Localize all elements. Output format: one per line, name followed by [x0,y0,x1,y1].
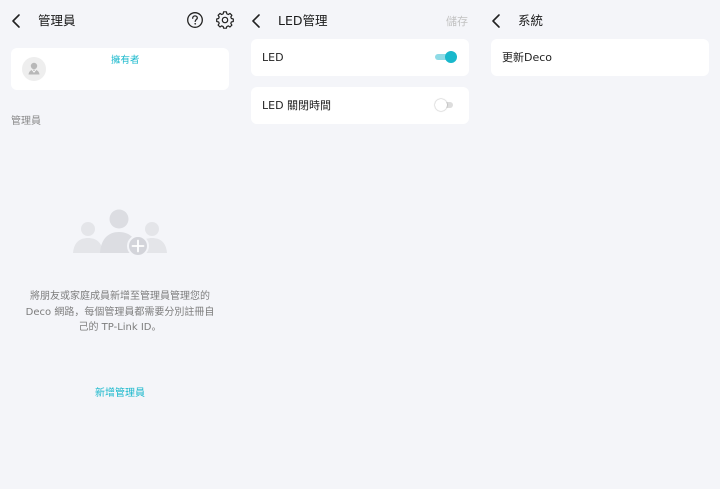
empty-state-message: 將朋友或家庭成員新增至管理員管理您的 Deco 網路，每個管理員都需要分別註冊自… [25,291,215,333]
help-icon[interactable] [186,11,204,29]
toggle-knob [445,51,457,63]
led-row: LED [251,39,469,76]
back-icon[interactable] [490,12,504,30]
admin-panel: 管理員 擁有者 管理員 將朋友或家庭成員新增至管理員管理您的 Deco 網路，每… [0,0,240,489]
add-admin-link[interactable]: 新增管理員 [0,384,240,399]
save-button[interactable]: 儲存 [446,13,468,29]
add-people-illustration-icon [68,205,172,267]
owner-card[interactable]: 擁有者 [11,48,229,90]
avatar [22,57,46,81]
owner-badge: 擁有者 [111,55,140,66]
update-deco-item[interactable]: 更新Deco [491,39,709,76]
back-icon[interactable] [10,12,24,30]
led-panel: LED管理 儲存 LED LED 關閉時間 [240,0,480,489]
led-toggle[interactable] [435,51,457,63]
page-title: 系統 [518,13,544,28]
page-title: 管理員 [38,13,76,28]
page-title: LED管理 [278,13,328,28]
back-icon[interactable] [250,12,264,30]
row-label: LED 關閉時間 [262,99,332,112]
row-label: LED [262,51,284,64]
led-off-time-row: LED 關閉時間 [251,87,469,124]
toggle-knob [435,99,447,111]
system-panel: 系統 更新Deco [480,0,720,489]
row-label: 更新Deco [502,51,553,64]
gear-icon[interactable] [216,11,234,29]
section-label: 管理員 [11,116,41,127]
led-off-time-toggle[interactable] [435,99,457,111]
